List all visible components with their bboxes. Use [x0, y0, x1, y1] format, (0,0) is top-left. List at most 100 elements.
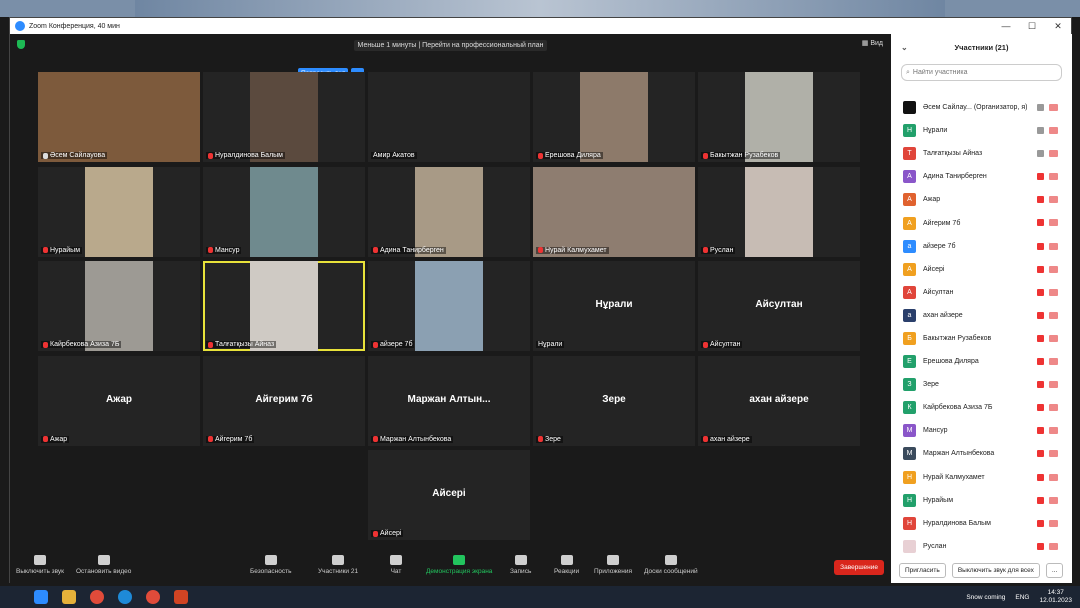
video-off-icon[interactable]	[1049, 219, 1058, 227]
video-off-icon[interactable]	[1049, 496, 1058, 504]
record-button[interactable]: Запись	[510, 555, 531, 575]
microphone-icon[interactable]	[1037, 127, 1044, 135]
mute-audio-button[interactable]: Выключить звук	[16, 555, 64, 575]
apps-button[interactable]: Приложения	[594, 555, 632, 575]
participant-row[interactable]: Н Нурай Калмухамет	[891, 466, 1072, 489]
mute-all-button[interactable]: Выключить звук для всех	[951, 562, 1040, 578]
participant-row[interactable]: Н Нұрали	[891, 119, 1072, 142]
video-tile[interactable]: Руслан	[698, 166, 860, 257]
weather-text[interactable]: Snow coming	[966, 594, 1005, 601]
video-off-icon[interactable]	[1049, 358, 1058, 366]
muted-mic-icon[interactable]	[1037, 381, 1044, 389]
muted-mic-icon[interactable]	[1037, 311, 1044, 319]
participant-row[interactable]: Әсем Сайлау... (Организатор, я)	[891, 96, 1072, 119]
video-off-icon[interactable]	[1049, 242, 1058, 250]
muted-mic-icon[interactable]	[1037, 242, 1044, 250]
close-button[interactable]: ✕	[1045, 18, 1071, 34]
muted-mic-icon[interactable]	[1037, 358, 1044, 366]
participant-row[interactable]: М Маржан Алтынбекова	[891, 442, 1072, 465]
video-tile[interactable]: Айгерим 7б Айгерим 7б	[203, 355, 365, 446]
file-explorer-icon[interactable]	[62, 590, 76, 604]
microphone-icon[interactable]	[1037, 150, 1044, 158]
microphone-icon[interactable]	[1037, 104, 1044, 111]
participants-button[interactable]: Участники 21	[318, 555, 358, 575]
minimize-button[interactable]: —	[993, 18, 1019, 34]
security-button[interactable]: Безопасность	[250, 555, 291, 575]
participant-row[interactable]: а айзере 7б	[891, 235, 1072, 258]
video-off-icon[interactable]	[1049, 473, 1058, 481]
video-tile[interactable]: Нурайым	[38, 166, 200, 257]
muted-mic-icon[interactable]	[1037, 173, 1044, 181]
video-tile[interactable]: Адина Танирберген	[368, 166, 530, 257]
participant-row[interactable]: З Зере	[891, 373, 1072, 396]
video-tile[interactable]: айзере 7б	[368, 261, 530, 351]
video-tile[interactable]: Нурай Калмухамет	[533, 166, 695, 257]
edge-icon[interactable]	[118, 590, 132, 604]
chrome-icon[interactable]	[90, 590, 104, 604]
video-tile[interactable]: Зере Зере	[533, 355, 695, 446]
video-tile[interactable]: Ерешова Диляра	[533, 72, 695, 162]
maximize-button[interactable]: ☐	[1019, 18, 1045, 34]
whiteboards-button[interactable]: Доски сообщений	[644, 555, 698, 575]
share-screen-button[interactable]: Демонстрация экрана	[426, 555, 492, 575]
chat-button[interactable]: Чат	[390, 555, 402, 575]
participant-row[interactable]: Б Бакытжан Рузабеков	[891, 327, 1072, 350]
video-tile[interactable]: Айсултан Айсултан	[698, 261, 860, 351]
muted-mic-icon[interactable]	[1037, 496, 1044, 504]
end-meeting-button[interactable]: Завершение	[834, 560, 884, 575]
video-tile[interactable]: Әсем Сайлауова	[38, 72, 200, 162]
participant-row[interactable]: Н Нурайым	[891, 489, 1072, 512]
muted-mic-icon[interactable]	[1037, 473, 1044, 481]
participant-search[interactable]: ⌕	[901, 64, 1062, 81]
search-input[interactable]	[912, 69, 1053, 76]
video-tile[interactable]: Айсері Айсері	[368, 450, 530, 540]
lang-indicator[interactable]: ENG	[1015, 594, 1029, 601]
muted-mic-icon[interactable]	[1037, 288, 1044, 296]
muted-mic-icon[interactable]	[1037, 427, 1044, 435]
participant-row[interactable]: А Айсері	[891, 258, 1072, 281]
time-limit-banner[interactable]: Меньше 1 минуты | Перейти на профессиона…	[353, 39, 548, 51]
start-icon[interactable]	[34, 590, 48, 604]
participant-row[interactable]: А Адина Танирберген	[891, 165, 1072, 188]
muted-mic-icon[interactable]	[1037, 450, 1044, 458]
powerpoint-icon[interactable]	[174, 590, 188, 604]
video-tile[interactable]: Кайрбекова Азиза 7Б	[38, 261, 200, 351]
participant-row[interactable]: Руслан	[891, 535, 1072, 554]
video-off-icon[interactable]	[1049, 542, 1058, 550]
video-off-icon[interactable]	[1049, 311, 1058, 319]
participant-row[interactable]: А Айгерим 7б	[891, 211, 1072, 234]
muted-mic-icon[interactable]	[1037, 334, 1044, 342]
video-off-icon[interactable]	[1049, 334, 1058, 342]
video-tile[interactable]: Талғатқызы Айназ	[203, 261, 365, 351]
participant-row[interactable]: А Айсултан	[891, 281, 1072, 304]
video-off-icon[interactable]	[1049, 404, 1058, 412]
video-off-icon[interactable]	[1049, 381, 1058, 389]
video-tile[interactable]: Ажар Ажар	[38, 355, 200, 446]
video-off-icon[interactable]	[1049, 196, 1058, 204]
muted-mic-icon[interactable]	[1037, 404, 1044, 412]
panel-more-button[interactable]: ...	[1045, 562, 1064, 578]
video-tile[interactable]: Мансур	[203, 166, 365, 257]
reactions-button[interactable]: Реакции	[554, 555, 579, 575]
video-off-icon[interactable]	[1049, 288, 1058, 296]
video-tile[interactable]: Нұрали Нұрали	[533, 261, 695, 351]
video-off-icon[interactable]	[1049, 127, 1058, 135]
video-tile[interactable]: Бакытжан Рузабеков	[698, 72, 860, 162]
video-tile[interactable]: Нуралдинова Балым	[203, 72, 365, 162]
participant-row[interactable]: Т Талғатқызы Айназ	[891, 142, 1072, 165]
video-off-icon[interactable]	[1049, 173, 1058, 181]
video-off-icon[interactable]	[1049, 450, 1058, 458]
participant-row[interactable]: Е Ерешова Диляра	[891, 350, 1072, 373]
video-off-icon[interactable]	[1049, 150, 1058, 158]
muted-mic-icon[interactable]	[1037, 519, 1044, 527]
invite-button[interactable]: Пригласить	[899, 562, 946, 578]
video-tile[interactable]: ахан айзере ахан айзере	[698, 355, 860, 446]
participant-row[interactable]: а ахан айзере	[891, 304, 1072, 327]
muted-mic-icon[interactable]	[1037, 196, 1044, 204]
chevron-down-icon[interactable]: ⌄	[901, 43, 908, 52]
participant-row[interactable]: Н Нуралдинова Балым	[891, 512, 1072, 535]
muted-mic-icon[interactable]	[1037, 219, 1044, 227]
video-off-icon[interactable]	[1049, 104, 1058, 111]
video-tile[interactable]: Маржан Алтын... Маржан Алтынбекова	[368, 355, 530, 446]
view-button[interactable]: ▦ Вид	[862, 39, 883, 47]
